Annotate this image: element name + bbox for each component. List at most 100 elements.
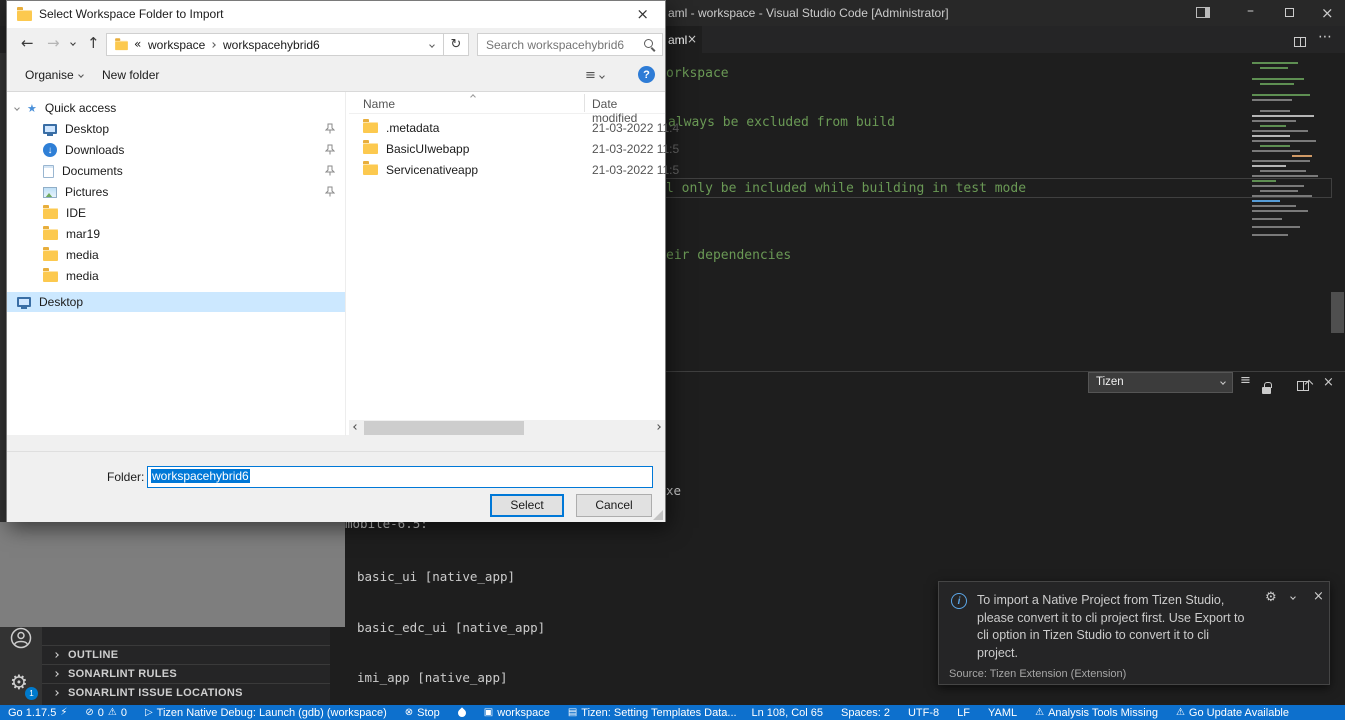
lock-icon[interactable] — [1262, 387, 1271, 394]
place-item-desktop-selected[interactable]: Desktop — [7, 292, 345, 312]
sidebar-section-outline[interactable]: OUTLINE — [42, 645, 330, 664]
place-item-ide[interactable]: IDE — [7, 203, 345, 223]
sidebar-section-sonarlint-rules[interactable]: SONARLINT RULES — [42, 664, 330, 683]
minimap-line — [1252, 135, 1290, 137]
place-item-pictures[interactable]: Pictures — [7, 182, 345, 202]
place-item-media[interactable]: media — [7, 245, 345, 265]
file-row-servicenativeapp[interactable]: Servicenativeapp 21-03-2022 11:5 — [349, 159, 665, 180]
status-debug-launch[interactable]: ▷ Tizen Native Debug: Launch (gdb) (work… — [145, 707, 387, 719]
chevron-down-icon[interactable] — [1290, 594, 1296, 600]
new-folder-button[interactable]: New folder — [102, 68, 159, 82]
status-encoding[interactable]: UTF-8 — [908, 707, 939, 719]
quick-access-label: Quick access — [45, 101, 116, 115]
cancel-button[interactable]: Cancel — [576, 494, 652, 517]
dialog-close-icon[interactable]: × — [636, 5, 649, 23]
status-eol[interactable]: LF — [957, 707, 970, 719]
scrollbar-thumb[interactable] — [364, 421, 524, 435]
column-header-name[interactable]: Name — [363, 97, 395, 111]
status-stop[interactable]: ⊗ Stop — [405, 707, 440, 719]
search-input[interactable] — [478, 34, 662, 55]
refresh-button[interactable]: ↻ — [444, 33, 469, 56]
import-folder-dialog: Select Workspace Folder to Import × ← → … — [6, 0, 666, 522]
panel-close-icon[interactable]: × — [1323, 375, 1334, 390]
history-chevron-icon[interactable] — [70, 40, 76, 46]
account-icon[interactable] — [9, 626, 33, 650]
place-label: media — [66, 269, 99, 283]
organise-button[interactable]: Organise — [25, 68, 83, 82]
status-workspace[interactable]: ▣ workspace — [484, 707, 550, 719]
minimap[interactable] — [1252, 62, 1330, 247]
status-problems[interactable]: ⊘ 0 ⚠ 0 — [85, 707, 127, 719]
file-date: 21-03-2022 11:4 — [592, 121, 679, 135]
place-item-documents[interactable]: Documents — [7, 161, 345, 181]
list-header: Name Date modified — [349, 92, 665, 114]
terminal-line: basic_edc_ui [native_app] — [357, 620, 560, 637]
file-date: 21-03-2022 11:5 — [592, 163, 679, 177]
place-item-downloads[interactable]: ↓ Downloads — [7, 140, 345, 160]
sort-ascending-icon — [470, 94, 476, 100]
dialog-icon — [17, 10, 32, 21]
tab-label[interactable]: aml — [668, 33, 687, 47]
view-options-button[interactable]: ≡ — [585, 68, 604, 83]
warnings-count: 0 — [121, 707, 127, 719]
search-icon[interactable] — [643, 38, 656, 51]
maximize-button[interactable] — [1285, 8, 1294, 17]
horizontal-scrollbar[interactable] — [349, 420, 665, 436]
filter-icon[interactable]: ≡ — [1240, 373, 1251, 388]
editor-line: l only be included while building in tes… — [666, 181, 1026, 196]
breadcrumb-root[interactable]: « — [134, 37, 141, 51]
file-name: BasicUIwebapp — [386, 142, 469, 156]
pictures-icon — [43, 187, 57, 198]
address-chevron-icon[interactable] — [429, 42, 435, 48]
window-close-button[interactable]: × — [1321, 4, 1334, 22]
sidebar-section-sonarlint-issues[interactable]: SONARLINT ISSUE LOCATIONS — [42, 683, 330, 702]
go-version-label: Go 1.17.5 — [8, 707, 56, 719]
column-separator[interactable] — [584, 94, 585, 112]
pane-divider[interactable] — [345, 92, 346, 436]
status-language-mode[interactable]: YAML — [988, 707, 1017, 719]
notification-close-icon[interactable]: × — [1313, 589, 1324, 604]
tab-close-icon[interactable]: × — [687, 32, 697, 46]
scroll-left-icon[interactable] — [353, 424, 359, 430]
resize-grip[interactable] — [653, 510, 663, 520]
file-list-pane: Name Date modified .metadata 21-03-2022 … — [349, 92, 665, 436]
scroll-right-icon[interactable] — [655, 424, 661, 430]
folder-icon — [43, 250, 58, 261]
address-bar[interactable]: « workspace workspacehybrid6 — [106, 33, 444, 56]
split-editor-icon[interactable] — [1294, 37, 1306, 47]
status-analysis-tools[interactable]: ⚠ Analysis Tools Missing — [1035, 707, 1158, 719]
quick-access-item[interactable]: ★ Quick access — [7, 98, 345, 118]
breadcrumb-separator-icon[interactable] — [210, 42, 216, 48]
place-item-desktop[interactable]: Desktop — [7, 119, 345, 139]
place-item-media-2[interactable]: media — [7, 266, 345, 286]
dialog-titlebar: Select Workspace Folder to Import × — [7, 1, 665, 28]
select-button[interactable]: Select — [490, 494, 564, 517]
analysis-label: Analysis Tools Missing — [1048, 707, 1158, 719]
folder-input[interactable]: workspacehybrid6 — [147, 466, 653, 488]
warning-icon: ⚠ — [1035, 707, 1044, 718]
status-cursor-position[interactable]: Ln 108, Col 65 — [751, 707, 823, 719]
terminal-output[interactable]: basic_ui [native_app] basic_edc_ui [nati… — [357, 536, 560, 720]
status-go-version[interactable]: Go 1.17.5 ⚡ — [8, 707, 67, 719]
breadcrumb-segment[interactable]: workspace — [148, 38, 205, 52]
status-tizen-device[interactable] — [458, 709, 466, 717]
status-go-update[interactable]: ⚠ Go Update Available — [1176, 707, 1289, 719]
breadcrumb-segment[interactable]: workspacehybrid6 — [223, 38, 320, 52]
help-button[interactable]: ? — [638, 66, 655, 83]
search-box[interactable] — [477, 33, 663, 56]
status-tizen-templates[interactable]: ▤ Tizen: Setting Templates Data... — [568, 707, 737, 719]
minimize-button[interactable]: – — [1247, 3, 1254, 19]
file-row-metadata[interactable]: .metadata 21-03-2022 11:4 — [349, 117, 665, 138]
editor-more-actions-icon[interactable]: ⋯ — [1318, 29, 1332, 45]
editor-scrollbar-thumb[interactable] — [1331, 292, 1344, 333]
back-icon[interactable]: ← — [21, 34, 34, 52]
up-icon[interactable]: ↑ — [87, 34, 100, 52]
file-row-basicuiwebapp[interactable]: BasicUIwebapp 21-03-2022 11:5 — [349, 138, 665, 159]
status-indentation[interactable]: Spaces: 2 — [841, 707, 890, 719]
templates-label: Tizen: Setting Templates Data... — [581, 707, 736, 719]
notification-settings-icon[interactable]: ⚙ — [1265, 590, 1277, 605]
layout-icon[interactable] — [1196, 7, 1210, 18]
file-date: 21-03-2022 11:5 — [592, 142, 679, 156]
place-item-mar19[interactable]: mar19 — [7, 224, 345, 244]
panel-dropdown[interactable]: Tizen — [1088, 372, 1233, 393]
